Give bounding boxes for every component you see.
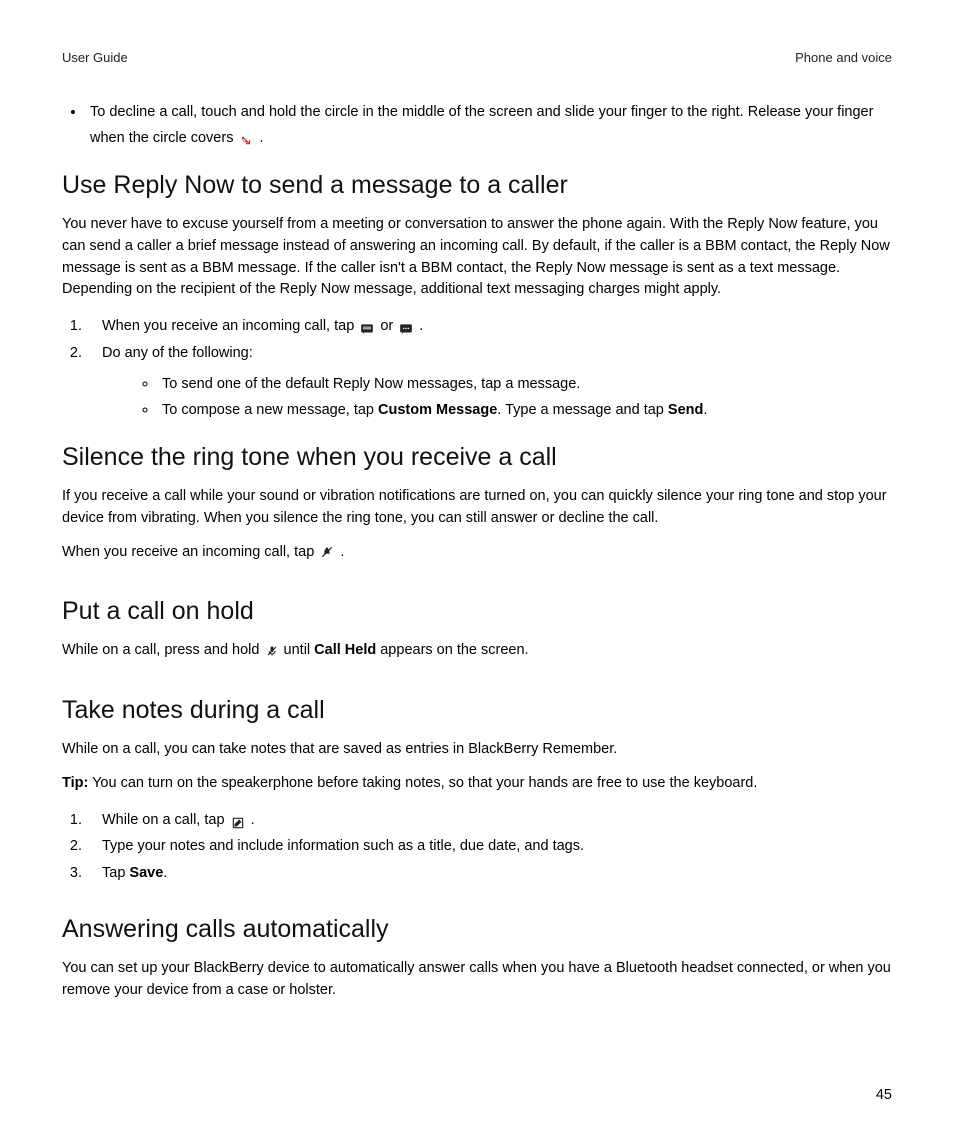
silence-pre: When you receive an incoming call, tap (62, 544, 318, 560)
hold-pre: While on a call, press and hold (62, 642, 264, 658)
send-bold: Send (668, 402, 703, 418)
decline-call-bullet: To decline a call, touch and hold the ci… (86, 99, 892, 151)
header-left: User Guide (62, 50, 128, 65)
para-take-notes: While on a call, you can take notes that… (62, 739, 892, 761)
step1-mid: or (380, 318, 397, 334)
message-icon (360, 319, 374, 333)
reply-now-steps: When you receive an incoming call, tap o… (62, 313, 892, 423)
decline-text-post: . (260, 130, 264, 146)
save-bold: Save (129, 865, 163, 881)
step1-post: . (419, 318, 423, 334)
para-reply-now: You never have to excuse yourself from a… (62, 214, 892, 301)
line-put-hold: While on a call, press and hold until Ca… (62, 640, 892, 662)
reply-now-substeps: To send one of the default Reply Now mes… (102, 371, 892, 423)
header-right: Phone and voice (795, 50, 892, 65)
notes1-pre: While on a call, tap (102, 812, 229, 828)
para-silence-ring: If you receive a call while your sound o… (62, 486, 892, 530)
custom-message-bold: Custom Message (378, 402, 497, 418)
page-number: 45 (876, 1087, 892, 1103)
reply-now-sub-1: To send one of the default Reply Now mes… (158, 371, 892, 397)
silence-post: . (340, 544, 344, 560)
compose-note-icon (231, 813, 245, 827)
para-auto-answer: You can set up your BlackBerry device to… (62, 958, 892, 1002)
step2-text: Do any of the following: (102, 345, 253, 361)
step1-pre: When you receive an incoming call, tap (102, 318, 358, 334)
reply-now-sub-2: To compose a new message, tap Custom Mes… (158, 397, 892, 423)
take-notes-steps: While on a call, tap . Type your notes a… (62, 807, 892, 887)
notes-step-3: Tap Save. (86, 860, 892, 887)
notes-step-2: Type your notes and include information … (86, 833, 892, 860)
reply-now-step-1: When you receive an incoming call, tap o… (86, 313, 892, 340)
heading-auto-answer: Answering calls automatically (62, 915, 892, 944)
bbm-message-icon (399, 319, 413, 333)
sub2-mid: . Type a message and tap (497, 402, 668, 418)
line-silence-ring: When you receive an incoming call, tap . (62, 542, 892, 564)
tip-label: Tip: (62, 775, 88, 791)
mute-mic-icon (266, 643, 278, 657)
reply-now-step-2: Do any of the following: To send one of … (86, 340, 892, 423)
notes1-post: . (251, 812, 255, 828)
notes3-pre: Tap (102, 865, 129, 881)
hold-post: appears on the screen. (376, 642, 528, 658)
heading-take-notes: Take notes during a call (62, 696, 892, 725)
tip-text: You can turn on the speakerphone before … (88, 775, 757, 791)
call-held-bold: Call Held (314, 642, 376, 658)
tip-take-notes: Tip: You can turn on the speakerphone be… (62, 773, 892, 795)
hold-mid: until (284, 642, 315, 658)
heading-put-hold: Put a call on hold (62, 597, 892, 626)
heading-reply-now: Use Reply Now to send a message to a cal… (62, 171, 892, 200)
decline-text-pre: To decline a call, touch and hold the ci… (90, 104, 873, 146)
notes3-post: . (163, 865, 167, 881)
heading-silence-ring: Silence the ring tone when you receive a… (62, 443, 892, 472)
decline-call-icon (239, 131, 253, 145)
mute-ringtone-icon (320, 545, 334, 559)
page-header: User Guide Phone and voice (62, 50, 892, 65)
notes-step-1: While on a call, tap . (86, 807, 892, 834)
sub2-pre: To compose a new message, tap (162, 402, 378, 418)
sub2-post: . (703, 402, 707, 418)
intro-bullet-list: To decline a call, touch and hold the ci… (62, 99, 892, 151)
